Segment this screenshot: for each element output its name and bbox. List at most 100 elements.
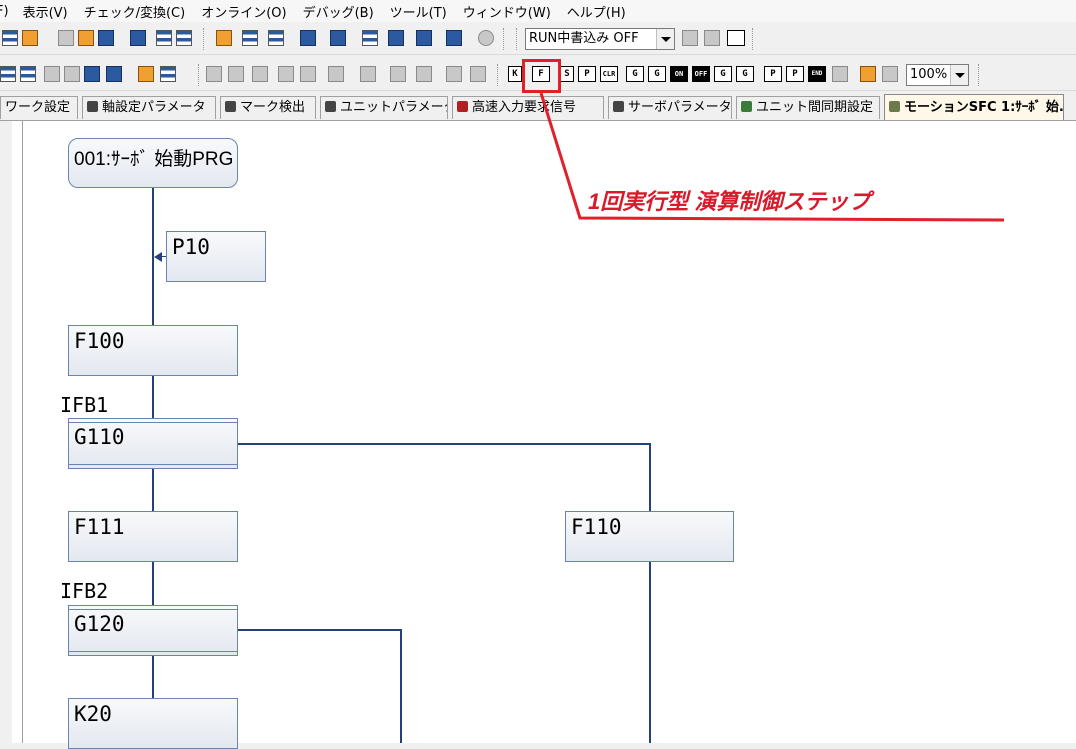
p-step-button[interactable]: P [578, 66, 596, 82]
wire-main-4 [152, 560, 154, 607]
k-step-button[interactable]: K [508, 66, 522, 82]
sfc-transition-g120[interactable]: G120 [68, 605, 238, 656]
dev-write-icon[interactable] [330, 30, 346, 46]
tab-label: ユニット間同期設定 [756, 100, 874, 115]
bit-icon[interactable] [727, 30, 745, 46]
search-device-icon[interactable] [704, 30, 720, 46]
device-batch-icon[interactable] [58, 30, 74, 46]
dev-step-icon[interactable] [84, 66, 100, 82]
wire-icon[interactable] [832, 66, 848, 82]
zoom-select[interactable]: 100% [906, 64, 969, 86]
wire-branch-g120 [238, 629, 402, 631]
wire-branch-g110 [238, 443, 651, 445]
coupling-icon[interactable] [228, 66, 244, 82]
tab-unit-sync[interactable]: ユニット間同期設定 [736, 96, 880, 119]
tab-motion-sfc[interactable]: モーションSFC 1:ｻｰﾎﾞ 始... [884, 94, 1064, 120]
p-pointer-button[interactable]: P [786, 66, 804, 82]
chevron-down-icon[interactable] [656, 29, 674, 49]
monitor-list-icon[interactable] [268, 30, 284, 46]
menu-online[interactable]: オンライン(O) [201, 2, 286, 21]
device-memory-icon[interactable] [130, 30, 146, 46]
tab-label: 高速入力要求信号 [472, 100, 577, 115]
zoom-out-icon[interactable] [20, 66, 36, 82]
help-icon[interactable] [478, 30, 494, 46]
annotation-text: 1回実行型 演算制御ステップ [588, 189, 871, 214]
menu-check-convert[interactable]: チェック/変換(C) [84, 2, 186, 21]
sort-icon[interactable] [300, 66, 316, 82]
exchange-icon[interactable] [416, 30, 432, 46]
branch-draw-icon[interactable] [860, 66, 876, 82]
axis-settings-icon [87, 101, 98, 112]
connect-icon[interactable] [682, 30, 698, 46]
g-step-button[interactable]: G [626, 66, 644, 82]
menu-file[interactable]: F) [0, 4, 9, 19]
sfc-step-label: F111 [74, 515, 125, 539]
device-icon[interactable] [98, 30, 114, 46]
dev-trans-icon[interactable] [106, 66, 122, 82]
sfc-step-k20[interactable]: K20 [68, 698, 238, 749]
dev-monitor-icon[interactable] [300, 30, 316, 46]
device-list-icon[interactable] [156, 30, 172, 46]
tab-unit-parameter[interactable]: ユニットパラメータ [320, 96, 448, 119]
connect-step-icon[interactable] [416, 66, 432, 82]
display-icon[interactable] [160, 66, 176, 82]
sfc-ifb1-label: IFB1 [60, 393, 109, 417]
run-write-value: RUN中書込み OFF [529, 31, 639, 46]
menu-debug[interactable]: デバッグ(B) [303, 2, 374, 21]
tab-label: ユニットパラメータ [340, 100, 448, 115]
sfc-pointer-p10[interactable]: P10 [166, 231, 266, 282]
merge-icon[interactable] [470, 66, 486, 82]
monitor-icon[interactable] [242, 30, 258, 46]
sfc-step-f111[interactable]: F111 [68, 511, 238, 562]
chevron-down-icon[interactable] [950, 65, 968, 85]
g-step-button-3[interactable]: G [714, 66, 732, 82]
s-step-button[interactable]: S [560, 66, 574, 82]
menu-tool[interactable]: ツール(T) [390, 2, 447, 21]
tab-mark-detection[interactable]: マーク検出 [220, 96, 316, 119]
sfc-start-program[interactable]: 001:ｻｰﾎﾞ 始動PRG [68, 138, 238, 188]
tab-servo-parameter[interactable]: サーボパラメータ [608, 96, 732, 119]
wire-branch-f110-in [649, 443, 651, 513]
sfc-step-label: F110 [571, 515, 622, 539]
p-jump-button[interactable]: P [764, 66, 782, 82]
divide-icon[interactable] [446, 66, 462, 82]
menu-help[interactable]: ヘルプ(H) [567, 2, 626, 21]
g-step-button-4[interactable]: G [736, 66, 754, 82]
tab-axis-settings[interactable]: 軸設定パラメータ [82, 96, 216, 119]
table-view-icon[interactable] [252, 66, 268, 82]
device-tree-icon[interactable] [176, 30, 192, 46]
edit-icon[interactable] [138, 66, 154, 82]
menu-view[interactable]: 表示(V) [23, 2, 68, 21]
sfc-transition-label: G120 [74, 612, 125, 636]
zoom-arrow-icon[interactable] [882, 66, 898, 82]
off-step-button[interactable]: OFF [692, 66, 710, 82]
jump-icon[interactable] [22, 30, 38, 46]
table-icon[interactable] [388, 30, 404, 46]
sfc-step-f100[interactable]: F100 [68, 325, 238, 376]
menu-window[interactable]: ウィンドウ(W) [463, 2, 551, 21]
wire-branch-g120-down [400, 629, 402, 743]
ladder-icon[interactable] [2, 30, 18, 46]
tab-high-speed-input[interactable]: 高速入力要求信号 [452, 96, 604, 119]
list-icon[interactable] [362, 30, 378, 46]
on-step-button[interactable]: ON [670, 66, 688, 82]
sfc-transition-g110[interactable]: G110 [68, 418, 238, 469]
clr-step-button[interactable]: CLR [600, 66, 618, 82]
align-icon[interactable] [64, 66, 80, 82]
step-run-icon[interactable] [360, 66, 376, 82]
toolbar-standard: RUN中書込み OFF [0, 22, 1076, 55]
signal-icon[interactable] [78, 30, 94, 46]
branch-icon[interactable] [206, 66, 222, 82]
tab-work-settings[interactable]: ワーク設定 [0, 96, 78, 119]
end-step-button[interactable]: END [808, 66, 826, 82]
project-icon[interactable] [216, 30, 232, 46]
zoom-in-icon[interactable] [0, 66, 16, 82]
parallel-icon[interactable] [390, 66, 406, 82]
grid-icon[interactable] [44, 66, 60, 82]
run-write-select[interactable]: RUN中書込み OFF [525, 28, 675, 50]
watch-icon[interactable] [446, 30, 462, 46]
g-step-button-2[interactable]: G [648, 66, 666, 82]
block-icon[interactable] [278, 66, 294, 82]
play-icon[interactable] [328, 66, 344, 82]
sfc-step-f110[interactable]: F110 [565, 511, 734, 562]
